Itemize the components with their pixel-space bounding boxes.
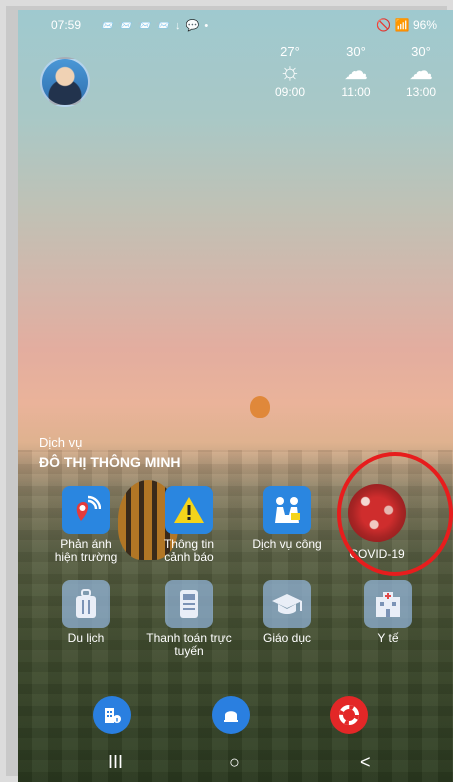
- tile-label: Phản ánh hiện trường: [54, 537, 118, 564]
- cloud-icon: ☁: [409, 58, 433, 85]
- cloud-icon: ☁: [344, 58, 368, 85]
- bell-icon: [224, 711, 238, 722]
- notification-icons: 📨 📨 📨 📨 ↓ 💬 •: [100, 20, 210, 32]
- avatar[interactable]: [40, 57, 90, 107]
- sun-icon: ☼: [279, 58, 301, 85]
- hospital-icon: [364, 580, 412, 628]
- services-label: Dịch vụ: [39, 435, 83, 450]
- tile-y-te[interactable]: Y tế: [358, 580, 418, 645]
- status-bar: 07:59 📨 📨 📨 📨 ↓ 💬 • 🚫 📶 96%: [18, 10, 453, 38]
- phone-screen: 07:59 📨 📨 📨 📨 ↓ 💬 • 🚫 📶 96% 27° ☼ 09:00 …: [18, 10, 453, 782]
- graduation-cap-icon: [263, 580, 311, 628]
- luggage-icon: [62, 580, 110, 628]
- weather-item-3: 30° ☁ 13:00: [393, 44, 449, 99]
- recent-apps-button[interactable]: III: [108, 752, 123, 773]
- weather-hour: 13:00: [405, 85, 437, 99]
- tile-label: Giáo dục: [262, 631, 312, 645]
- weather-temp: 30°: [411, 44, 431, 59]
- building-info-icon: [105, 708, 121, 723]
- weather-item-1: 27° ☼ 09:00: [262, 44, 318, 99]
- weather-temp: 27°: [280, 44, 300, 59]
- location-signal-icon: [62, 486, 110, 534]
- home-button[interactable]: ○: [229, 752, 240, 773]
- emergency-button[interactable]: [330, 696, 368, 734]
- people-service-icon: [263, 486, 311, 534]
- weather-hour: 11:00: [341, 85, 371, 99]
- tile-du-lich[interactable]: Du lịch: [50, 580, 122, 645]
- tile-label: Dịch vụ công: [252, 537, 322, 551]
- tile-label: Y tế: [377, 631, 399, 645]
- notification-button[interactable]: [212, 696, 250, 734]
- tile-thanh-toan[interactable]: Thanh toán trực tuyến: [146, 580, 232, 658]
- tile-dich-vu-cong[interactable]: Dịch vụ công: [246, 486, 328, 551]
- tile-giao-duc[interactable]: Giáo dục: [252, 580, 322, 645]
- city-info-button[interactable]: [93, 696, 131, 734]
- system-nav-bar: III ○ <: [18, 750, 453, 782]
- warning-icon: [165, 486, 213, 534]
- tile-label: Thông tin cảnh báo: [163, 537, 215, 564]
- weather-hour: 09:00: [274, 85, 306, 99]
- hot-air-balloon: [250, 396, 270, 418]
- services-title: ĐÔ THỊ THÔNG MINH: [39, 454, 181, 470]
- lifebuoy-icon: [339, 705, 359, 725]
- tile-label: Thanh toán trực tuyến: [146, 631, 232, 658]
- weather-item-2: 30° ☁ 11:00: [328, 44, 384, 99]
- status-time: 07:59: [51, 18, 82, 32]
- status-right-icons: 🚫 📶 96%: [376, 18, 437, 32]
- tile-thong-tin-canh-bao[interactable]: Thông tin cảnh báo: [154, 486, 224, 564]
- weather-temp: 30°: [346, 44, 366, 59]
- back-button[interactable]: <: [360, 752, 371, 773]
- tile-label: Du lịch: [67, 631, 105, 645]
- highlight-circle: [337, 452, 453, 576]
- payment-icon: [165, 580, 213, 628]
- tile-phan-anh[interactable]: Phản ánh hiện trường: [48, 486, 124, 564]
